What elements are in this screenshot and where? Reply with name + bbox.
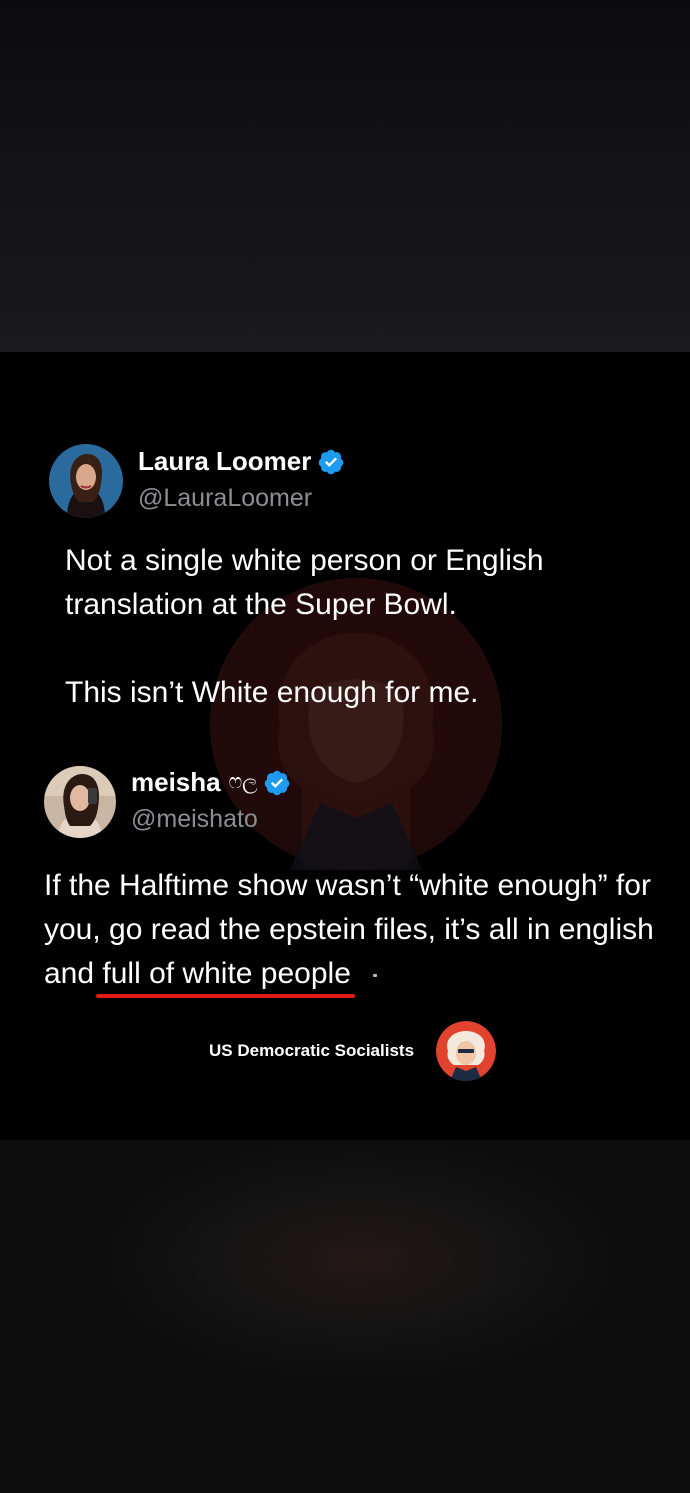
stray-mark: [372, 973, 377, 977]
blurred-background-top: [0, 0, 690, 352]
verified-badge-icon: [263, 769, 291, 797]
underlined-phrase: full of white people: [96, 952, 355, 998]
verified-badge-icon: [317, 448, 345, 476]
laura-loomer-handle[interactable]: @LauraLoomer: [138, 484, 312, 513]
meisha-handle[interactable]: @meishato: [131, 805, 258, 834]
tweet-text-paragraph: Not a single white person or English tra…: [65, 544, 544, 621]
display-name: Laura Loomer: [138, 446, 312, 476]
name-emoji: ෆල: [228, 771, 258, 793]
tweet-text: If the Halftime show wasn’t “white enoug…: [44, 864, 674, 998]
us-democratic-socialists-logo: [436, 1021, 496, 1081]
tweet-screenshot-card: Laura Loomer @LauraLoomer Not a single w…: [0, 352, 690, 1140]
blurred-background-bottom: [0, 1140, 690, 1493]
laura-loomer-avatar[interactable]: [49, 444, 123, 518]
meisha-name[interactable]: meisha ෆල: [131, 767, 291, 798]
laura-loomer-name[interactable]: Laura Loomer: [138, 446, 345, 477]
meisha-avatar[interactable]: [44, 766, 116, 838]
display-name: meisha: [131, 767, 221, 797]
tweet-text-paragraph: This isn’t White enough for me.: [65, 676, 479, 709]
brand-name: US Democratic Socialists: [209, 1041, 415, 1060]
